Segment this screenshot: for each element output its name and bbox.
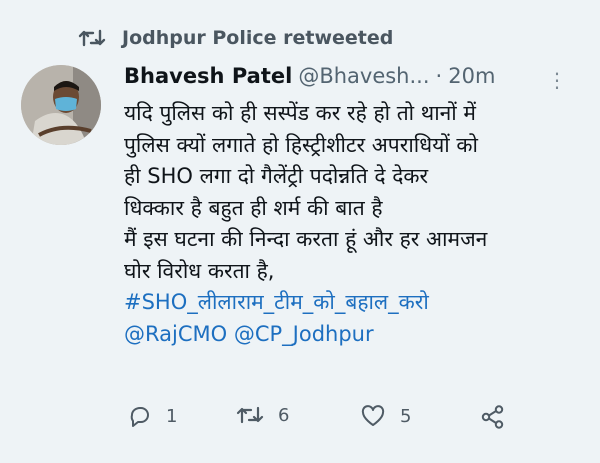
reply-count: 1 [166,405,178,427]
display-name[interactable]: Bhavesh Patel [124,64,292,88]
separator-dot: · [435,64,443,88]
retweet-icon [236,406,264,424]
like-count: 5 [400,405,412,427]
retweet-icon [78,29,106,47]
tweet-text-line: घोर विरोध करता है, [124,258,275,283]
tweet-text-line: ही SHO लगा दो गैलेंट्री पदोन्नति दे देकर [124,164,429,188]
heart-icon [361,405,385,426]
timestamp[interactable]: 20m [448,64,495,88]
tweet-text-line: यदि पुलिस को ही सस्पेंड कर रहे हो तो थान… [124,101,476,125]
share-button[interactable] [480,404,520,430]
mention-link-cp-jodhpur[interactable]: @CP_Jodhpur [234,322,374,346]
avatar-photo [21,65,101,145]
user-handle[interactable]: @Bhavesh... [298,64,429,88]
hashtag-link[interactable]: #SHO_लीलाराम_टीम_को_बहाल_करो [124,287,584,319]
retweet-button[interactable]: 6 [236,404,289,426]
tweet-actions: 1 6 5 [128,404,528,434]
tweet-text-line: धिक्कार है बहुत ही शर्म की बात है [124,195,383,220]
reply-icon [130,407,149,427]
reply-button[interactable]: 1 [128,404,177,428]
like-button[interactable]: 5 [360,404,411,428]
more-icon[interactable]: ⋮ [547,68,567,92]
retweet-count: 6 [278,404,290,426]
mention-link-rajcmo[interactable]: @RajCMO [124,322,227,346]
tweet-header: Bhavesh Patel @Bhavesh... · 20m ⋮ [124,64,584,92]
avatar[interactable] [21,65,101,145]
retweet-banner-text: Jodhpur Police retweeted [122,27,394,49]
tweet-text-line: पुलिस क्यों लगाते हो हिस्ट्रीशीटर अपराधि… [124,132,478,157]
tweet-text: यदि पुलिस को ही सस्पेंड कर रहे हो तो थान… [124,98,584,350]
share-icon [481,405,504,429]
retweet-banner[interactable]: Jodhpur Police retweeted [78,27,393,49]
tweet-text-line: मैं इस घटना की निन्दा करता हूं और हर आमज… [124,227,488,251]
